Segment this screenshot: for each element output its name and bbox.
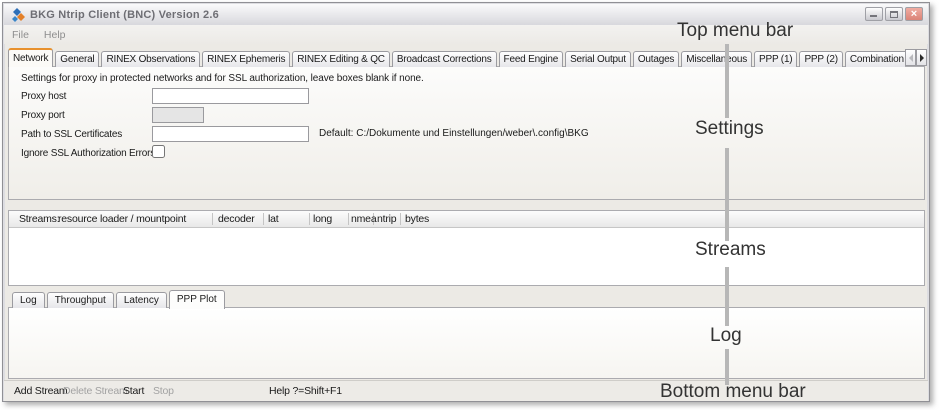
column-separator [309, 213, 310, 225]
action-stop: Stop [153, 385, 174, 397]
bnc-logo-icon [11, 8, 25, 22]
ssl-default-path-text: Default: C:/Dokumente und Einstellungen/… [319, 128, 589, 139]
tab-feed-engine[interactable]: Feed Engine [499, 51, 564, 67]
network-settings-panel: Settings for proxy in protected networks… [8, 66, 925, 200]
close-icon: × [906, 8, 922, 20]
column-header-nmea[interactable]: nmea [351, 213, 376, 225]
proxy-port-label: Proxy port [21, 110, 65, 121]
settings-info-text: Settings for proxy in protected networks… [21, 73, 424, 84]
minimize-button[interactable] [865, 7, 883, 21]
right-arrow-icon [920, 54, 924, 62]
tab-scroll-left-button[interactable] [905, 49, 916, 66]
tab-scrollers [905, 49, 927, 66]
column-header-lat[interactable]: lat [268, 213, 279, 225]
action-delete-stream: Delete Stream [63, 385, 128, 397]
column-header-bytes[interactable]: bytes [405, 213, 429, 225]
column-separator [263, 213, 264, 225]
tab-serial-output[interactable]: Serial Output [565, 51, 631, 67]
ssl-path-label: Path to SSL Certificates [21, 129, 122, 140]
main-tab-bar: NetworkGeneralRINEX ObservationsRINEX Ep… [8, 46, 905, 67]
ignore-ssl-errors-checkbox[interactable] [152, 145, 165, 158]
action-add-stream[interactable]: Add Stream [14, 385, 67, 397]
streams-table-header: Streams: resource loader / mountpoint dec… [9, 211, 924, 228]
annotation-settings: Settings [695, 118, 764, 140]
window-controls: × [865, 7, 923, 21]
column-separator [400, 213, 401, 225]
maximize-button[interactable] [885, 7, 903, 21]
action-start[interactable]: Start [123, 385, 144, 397]
bnc-application-window: BKG Ntrip Client (BNC) Version 2.6 × Fil… [2, 2, 930, 402]
column-header-decoder[interactable]: decoder [218, 213, 255, 225]
tab-general[interactable]: General [55, 51, 99, 67]
column-header-ntrip[interactable]: ntrip [377, 213, 396, 225]
close-button[interactable]: × [905, 7, 923, 21]
tab-scroll-right-button[interactable] [916, 49, 927, 66]
tab-ppp-1[interactable]: PPP (1) [754, 51, 797, 67]
proxy-port-input [152, 107, 204, 123]
help-hint-label: Help ?=Shift+F1 [269, 385, 342, 397]
column-separator [348, 213, 349, 225]
log-tab-bar: LogThroughputLatencyPPP Plot [8, 288, 227, 308]
minimize-icon [870, 15, 877, 17]
streams-table: Streams: resource loader / mountpoint dec… [8, 210, 925, 286]
window-title: BKG Ntrip Client (BNC) Version 2.6 [30, 9, 219, 21]
tab-rinex-ephemeris[interactable]: RINEX Ephemeris [202, 51, 290, 67]
menu-item-file[interactable]: File [12, 29, 29, 41]
tab-network[interactable]: Network [8, 48, 53, 67]
annotation-line [725, 349, 729, 385]
menu-item-help[interactable]: Help [44, 29, 66, 41]
log-tab-throughput[interactable]: Throughput [47, 292, 114, 308]
annotation-top-menu-bar: Top menu bar [677, 20, 793, 42]
tab-rinex-editing-qc[interactable]: RINEX Editing & QC [292, 51, 390, 67]
log-tab-ppp-plot[interactable]: PPP Plot [169, 290, 225, 309]
tab-outages[interactable]: Outages [633, 51, 679, 67]
annotation-log: Log [710, 325, 742, 347]
log-content-panel [8, 307, 925, 379]
tab-broadcast-corrections[interactable]: Broadcast Corrections [392, 51, 497, 67]
ssl-certificates-path-input[interactable] [152, 126, 309, 142]
ignore-ssl-errors-label: Ignore SSL Authorization Errors [21, 148, 155, 159]
log-tab-latency[interactable]: Latency [116, 292, 167, 308]
proxy-host-label: Proxy host [21, 91, 66, 102]
column-header-long[interactable]: long [313, 213, 332, 225]
column-separator [212, 213, 213, 225]
left-arrow-icon [909, 54, 913, 62]
tab-rinex-observations[interactable]: RINEX Observations [101, 51, 200, 67]
annotation-line [725, 267, 729, 326]
column-header-resource-loader-mountpoint[interactable]: resource loader / mountpoint [58, 213, 186, 225]
annotation-line [725, 148, 729, 241]
annotation-line [725, 44, 729, 118]
log-tab-log[interactable]: Log [12, 292, 45, 308]
tab-combination[interactable]: Combination [845, 51, 905, 67]
annotation-streams: Streams [695, 239, 766, 261]
annotation-bottom-menu-bar: Bottom menu bar [660, 381, 806, 403]
streams-label: Streams: [19, 213, 59, 225]
proxy-host-input[interactable] [152, 88, 309, 104]
maximize-icon [890, 11, 898, 18]
tab-miscellaneous[interactable]: Miscellaneous [681, 51, 752, 67]
tab-ppp-2[interactable]: PPP (2) [799, 51, 842, 67]
